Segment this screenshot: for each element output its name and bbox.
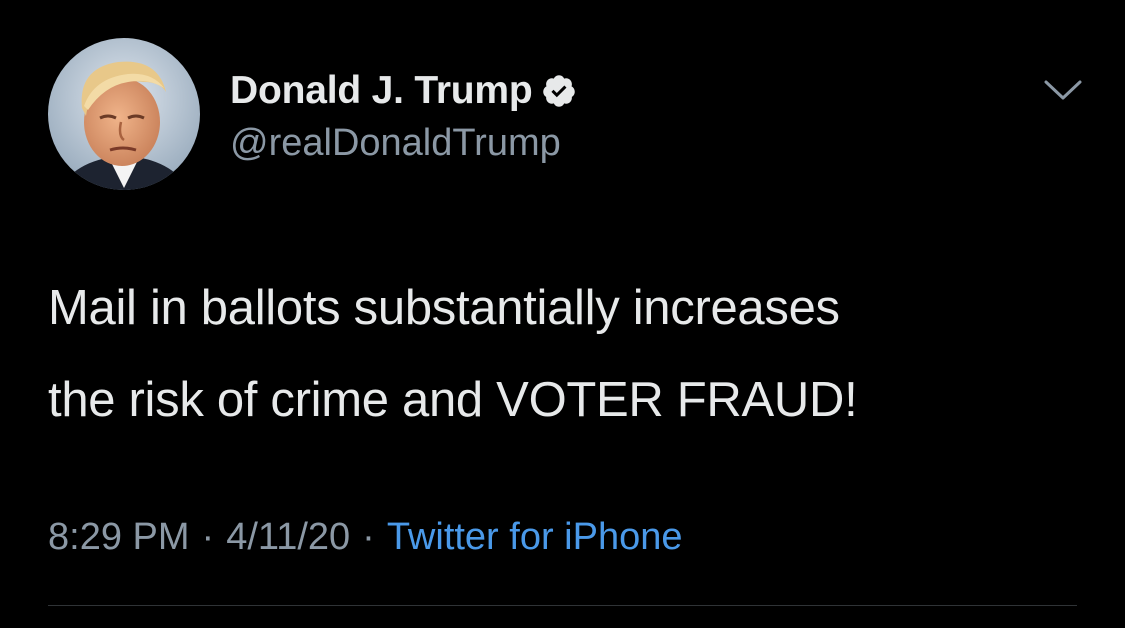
handle[interactable]: @realDonaldTrump [230, 122, 577, 165]
name-row: Donald J. Trump [230, 68, 577, 114]
tweet-text-line: Mail in ballots substantially increases [48, 281, 840, 335]
tweet-source-link[interactable]: Twitter for iPhone [387, 516, 683, 558]
display-name[interactable]: Donald J. Trump [230, 69, 533, 113]
tweet-text-line: the risk of crime and VOTER FRAUD! [48, 373, 858, 427]
tweet-text: Mail in ballots substantially increases … [48, 262, 1088, 446]
avatar[interactable] [48, 38, 200, 190]
tweet-card: Donald J. Trump @realDonaldTrump Mail in… [0, 0, 1125, 628]
divider [48, 605, 1077, 606]
tweet-date[interactable]: 4/11/20 [226, 516, 350, 558]
tweet-time[interactable]: 8:29 PM [48, 516, 190, 558]
verified-badge-icon [541, 73, 577, 109]
avatar-image [48, 38, 200, 190]
separator: · [362, 516, 375, 558]
tweet-metadata: 8:29 PM · 4/11/20 · Twitter for iPhone [48, 516, 683, 559]
separator: · [201, 516, 215, 558]
author-block[interactable]: Donald J. Trump @realDonaldTrump [230, 68, 577, 165]
chevron-down-icon[interactable] [1042, 76, 1084, 104]
